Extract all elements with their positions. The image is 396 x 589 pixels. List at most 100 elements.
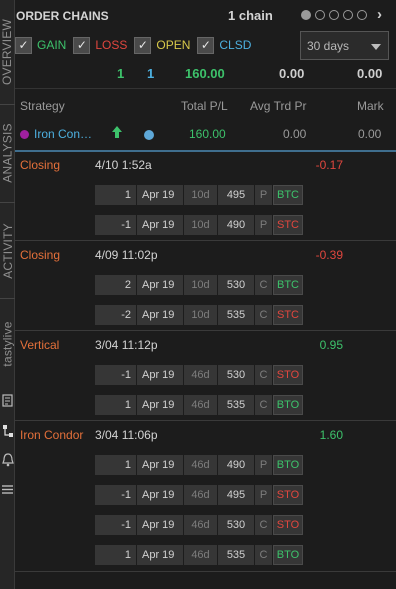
col-total-pl[interactable]: Total P/L — [181, 99, 228, 113]
leg-row[interactable]: 2 Apr 19 10d 530 C BTC — [95, 275, 303, 295]
panel-title: ORDER CHAINS — [16, 9, 109, 23]
period-select[interactable]: 30 days — [300, 31, 389, 60]
summary-mark: 0.00 — [358, 127, 382, 141]
divider — [15, 88, 396, 89]
summary-avg-trd-pr: 0.00 — [283, 127, 307, 141]
leg-action: STO — [273, 365, 303, 385]
leg-expiration: Apr 19 — [137, 275, 184, 295]
leg-qty: -1 — [95, 485, 137, 505]
tab-overview[interactable]: OVERVIEW — [0, 6, 15, 98]
filter-loss-label: LOSS — [95, 38, 128, 52]
summary-strategy-name: Iron Con… — [34, 127, 93, 141]
leg-row[interactable]: -1 Apr 19 10d 490 P STC — [95, 215, 303, 235]
group-pl: -0.39 — [315, 248, 343, 262]
leg-row[interactable]: -2 Apr 19 10d 535 C STC — [95, 305, 303, 325]
leg-put-call: C — [255, 365, 273, 385]
leg-days: 10d — [184, 275, 218, 295]
leg-row[interactable]: 1 Apr 19 10d 495 P BTC — [95, 185, 303, 205]
leg-days: 10d — [184, 305, 218, 325]
leg-row[interactable]: 1 Apr 19 46d 535 C BTO — [95, 545, 303, 565]
leg-put-call: C — [255, 515, 273, 535]
group-pl: 0.95 — [319, 338, 343, 352]
order-chains-panel: ORDER CHAINS 1 chain › ✓ GAIN ✓ LOSS ✓ O… — [15, 0, 396, 589]
leg-strike: 530 — [218, 515, 255, 535]
chain-group[interactable]: Closing 4/10 1:52a -0.17 1 Apr 19 10d 49… — [15, 152, 396, 241]
leg-days: 46d — [184, 515, 218, 535]
leg-put-call: P — [255, 455, 273, 475]
tab-overview-label: OVERVIEW — [0, 18, 15, 86]
page-dot[interactable] — [301, 10, 311, 20]
summary-pl: 160.00 — [189, 127, 226, 141]
filter-loss[interactable]: ✓ LOSS — [73, 36, 128, 54]
tab-divider — [0, 202, 15, 203]
group-type: Closing — [20, 248, 61, 262]
leg-expiration: Apr 19 — [137, 515, 184, 535]
filter-clsd[interactable]: ✓ CLSD — [197, 36, 252, 54]
status-dot — [144, 130, 154, 140]
page-dot[interactable] — [343, 10, 353, 20]
side-tab-strip: OVERVIEW ANALYSIS ACTIVITY tastylive — [0, 0, 15, 589]
leg-put-call: P — [255, 215, 273, 235]
chevron-right-icon[interactable]: › — [377, 6, 382, 23]
filter-gain[interactable]: ✓ GAIN — [15, 36, 66, 54]
leg-row[interactable]: -1 Apr 19 46d 530 C STO — [95, 515, 303, 535]
page-dot[interactable] — [315, 10, 325, 20]
leg-put-call: C — [255, 305, 273, 325]
leg-row[interactable]: -1 Apr 19 46d 530 C STO — [95, 365, 303, 385]
leg-row[interactable]: 1 Apr 19 46d 490 P BTO — [95, 455, 303, 475]
col-avg-trd-pr[interactable]: Avg Trd Pr — [250, 99, 306, 113]
leg-action: STO — [273, 485, 303, 505]
menu-icon[interactable] — [0, 484, 15, 495]
check-icon: ✓ — [73, 36, 91, 54]
tab-activity[interactable]: ACTIVITY — [0, 208, 15, 294]
leg-days: 46d — [184, 545, 218, 565]
leg-action: BTC — [273, 185, 303, 205]
chain-group[interactable]: Iron Condor 3/04 11:06p 1.60 1 Apr 19 46… — [15, 422, 396, 572]
leg-qty: -2 — [95, 305, 137, 325]
chain-summary-row[interactable]: Iron Con… 160.00 0.00 0.00 — [15, 125, 396, 145]
tab-tastylive[interactable]: tastylive — [0, 302, 15, 386]
period-select-value: 30 days — [307, 38, 350, 53]
chain-group[interactable]: Closing 4/09 11:02p -0.39 2 Apr 19 10d 5… — [15, 242, 396, 331]
tab-analysis[interactable]: ANALYSIS — [0, 110, 15, 196]
leg-action: BTC — [273, 275, 303, 295]
leg-days: 46d — [184, 455, 218, 475]
leg-qty: 1 — [95, 185, 137, 205]
leg-row[interactable]: 1 Apr 19 46d 535 C BTO — [95, 395, 303, 415]
leg-strike: 495 — [218, 185, 255, 205]
filter-open-label: OPEN — [156, 38, 191, 52]
total-pl: 160.00 — [185, 66, 225, 81]
leg-expiration: Apr 19 — [137, 455, 184, 475]
strategy-color-dot — [20, 130, 29, 139]
chain-group[interactable]: Vertical 3/04 11:12p 0.95 -1 Apr 19 46d … — [15, 332, 396, 421]
col-mark[interactable]: Mark — [357, 99, 384, 113]
column-header: Strategy Total P/L Avg Trd Pr Mark — [15, 99, 396, 115]
leg-expiration: Apr 19 — [137, 185, 184, 205]
leg-days: 46d — [184, 365, 218, 385]
total-count-green: 1 — [117, 66, 125, 81]
leg-action: BTO — [273, 455, 303, 475]
leg-days: 46d — [184, 485, 218, 505]
check-icon: ✓ — [134, 36, 152, 54]
leg-action: STO — [273, 515, 303, 535]
bell-icon[interactable] — [0, 453, 15, 467]
leg-put-call: C — [255, 545, 273, 565]
group-date: 4/10 1:52a — [95, 158, 152, 172]
leg-qty: 2 — [95, 275, 137, 295]
arrow-up-icon — [111, 125, 123, 142]
leg-strike: 535 — [218, 545, 255, 565]
chevron-down-icon — [371, 44, 381, 50]
group-date: 3/04 11:06p — [95, 428, 158, 442]
leg-row[interactable]: -1 Apr 19 46d 495 P STO — [95, 485, 303, 505]
leg-strike: 530 — [218, 365, 255, 385]
leg-action: STC — [273, 215, 303, 235]
col-strategy[interactable]: Strategy — [20, 99, 65, 113]
filter-clsd-label: CLSD — [219, 38, 252, 52]
filter-open[interactable]: ✓ OPEN — [134, 36, 191, 54]
document-icon[interactable] — [0, 394, 15, 407]
page-dot[interactable] — [329, 10, 339, 20]
hierarchy-icon[interactable] — [0, 424, 15, 438]
page-indicator — [301, 10, 367, 20]
group-date: 4/09 11:02p — [95, 248, 158, 262]
page-dot[interactable] — [357, 10, 367, 20]
